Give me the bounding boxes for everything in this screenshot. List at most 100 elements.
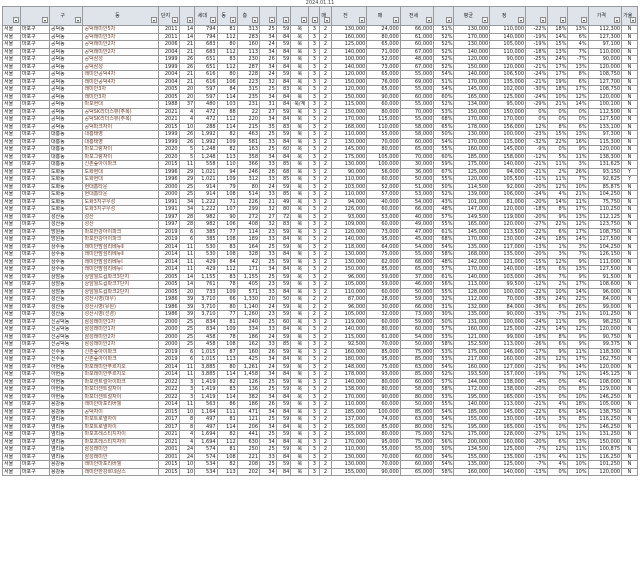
table-cell[interactable]: 84 bbox=[275, 92, 292, 101]
table-cell[interactable]: 마포한강아이파크 bbox=[82, 235, 160, 244]
table-cell[interactable]: 150,000 bbox=[330, 265, 368, 274]
table-cell[interactable]: 108 bbox=[216, 250, 238, 259]
table-cell[interactable]: 103 bbox=[216, 100, 238, 109]
table-cell[interactable]: 2 bbox=[319, 355, 332, 364]
table-cell[interactable]: 3 bbox=[308, 160, 321, 169]
table-cell[interactable]: 105,000 bbox=[330, 280, 368, 289]
table-cell[interactable]: 59 bbox=[275, 310, 292, 319]
table-cell[interactable]: 55,000 bbox=[399, 445, 435, 454]
table-cell[interactable]: 서울 bbox=[2, 340, 21, 349]
table-cell[interactable]: 223 bbox=[236, 77, 261, 86]
table-cell[interactable]: 0% bbox=[547, 422, 569, 431]
table-cell[interactable]: 19% bbox=[547, 77, 569, 86]
table-cell[interactable]: 마포구 bbox=[19, 77, 50, 86]
table-cell[interactable]: 50,000 bbox=[399, 340, 435, 349]
table-cell[interactable]: N bbox=[621, 340, 638, 349]
table-cell[interactable]: 101,250 bbox=[587, 460, 623, 469]
table-cell[interactable]: 3 bbox=[308, 70, 321, 79]
table-cell[interactable]: 2015 bbox=[158, 467, 180, 476]
table-cell[interactable]: 37,000 bbox=[399, 272, 435, 281]
table-cell[interactable]: 11% bbox=[567, 197, 589, 206]
table-cell[interactable]: 29 bbox=[178, 167, 196, 176]
table-cell[interactable]: 래미안3차 bbox=[82, 85, 160, 94]
table-cell[interactable]: 61,000 bbox=[399, 32, 435, 41]
table-cell[interactable]: N bbox=[621, 235, 638, 244]
table-cell[interactable]: 358 bbox=[236, 152, 261, 161]
table-cell[interactable]: -24% bbox=[525, 190, 549, 199]
table-cell[interactable]: N bbox=[621, 62, 638, 71]
table-cell[interactable]: 50% bbox=[433, 317, 455, 326]
table-cell[interactable]: 84 bbox=[275, 100, 292, 109]
table-cell[interactable]: 3 bbox=[308, 175, 321, 184]
table-cell[interactable]: 11 bbox=[178, 257, 196, 266]
table-cell[interactable]: 108,750 bbox=[587, 85, 623, 94]
table-cell[interactable]: 북 bbox=[290, 355, 310, 364]
table-cell[interactable]: 914 bbox=[194, 190, 218, 199]
table-cell[interactable]: -21% bbox=[525, 400, 549, 409]
table-cell[interactable]: N bbox=[621, 377, 638, 386]
table-cell[interactable]: 112 bbox=[216, 437, 238, 446]
table-cell[interactable]: N bbox=[621, 280, 638, 289]
table-cell[interactable]: 마포구 bbox=[19, 85, 50, 94]
table-cell[interactable]: 북 bbox=[290, 122, 310, 131]
table-cell[interactable]: 도화3지구우성 bbox=[82, 205, 160, 214]
table-cell[interactable]: 160,000 bbox=[453, 145, 491, 154]
table-cell[interactable]: 3 bbox=[308, 55, 321, 64]
table-cell[interactable]: 195,000 bbox=[453, 422, 491, 431]
table-cell[interactable]: 73,000 bbox=[366, 227, 401, 236]
table-cell[interactable]: 534 bbox=[194, 460, 218, 469]
table-cell[interactable]: 106,000 bbox=[489, 190, 527, 199]
table-cell[interactable]: 2% bbox=[547, 167, 569, 176]
table-cell[interactable]: 84 bbox=[275, 407, 292, 416]
table-cell[interactable]: 공덕자이 bbox=[82, 407, 160, 416]
table-cell[interactable]: 165,000 bbox=[453, 92, 491, 101]
table-cell[interactable]: 145,000 bbox=[489, 145, 527, 154]
table-cell[interactable]: -7% bbox=[525, 460, 549, 469]
table-cell[interactable]: 6% bbox=[567, 77, 589, 86]
table-cell[interactable]: 2001 bbox=[158, 445, 180, 454]
table-cell[interactable]: 6% bbox=[547, 302, 569, 311]
table-cell[interactable]: 48% bbox=[433, 257, 455, 266]
table-cell[interactable]: 2 bbox=[319, 160, 332, 169]
table-cell[interactable]: 110,250 bbox=[587, 205, 623, 214]
table-cell[interactable]: 109 bbox=[216, 325, 238, 334]
table-cell[interactable]: 100,875 bbox=[587, 445, 623, 454]
table-cell[interactable]: 서울 bbox=[2, 40, 21, 49]
table-cell[interactable]: 138,750 bbox=[587, 407, 623, 416]
table-cell[interactable]: 용강동 bbox=[48, 400, 84, 409]
table-cell[interactable]: 312 bbox=[236, 175, 261, 184]
table-cell[interactable]: 80 bbox=[216, 40, 238, 49]
table-cell[interactable]: 80,000 bbox=[399, 392, 435, 401]
table-cell[interactable]: N bbox=[621, 70, 638, 79]
table-cell[interactable]: 삼성래미안1차 bbox=[82, 317, 160, 326]
table-cell[interactable]: 11% bbox=[567, 152, 589, 161]
table-cell[interactable]: -24% bbox=[525, 235, 549, 244]
table-cell[interactable]: -29% bbox=[525, 100, 549, 109]
table-cell[interactable]: 11% bbox=[567, 347, 589, 356]
table-cell[interactable]: 36,000 bbox=[399, 167, 435, 176]
table-cell[interactable]: 2004 bbox=[158, 77, 180, 86]
table-cell[interactable]: 114,500 bbox=[453, 182, 491, 191]
table-cell[interactable]: 서울 bbox=[2, 437, 21, 446]
table-cell[interactable]: 3 bbox=[308, 460, 321, 469]
table-cell[interactable]: 33 bbox=[259, 175, 277, 184]
table-cell[interactable]: 6 bbox=[178, 355, 196, 364]
table-cell[interactable]: 서울 bbox=[2, 452, 21, 461]
table-cell[interactable]: 3% bbox=[547, 250, 569, 259]
table-cell[interactable]: 2 bbox=[319, 107, 332, 116]
table-cell[interactable]: 56% bbox=[433, 437, 455, 446]
table-cell[interactable]: 54% bbox=[433, 70, 455, 79]
table-cell[interactable]: 13% bbox=[547, 47, 569, 56]
filter-dropdown-icon[interactable] bbox=[252, 17, 259, 23]
table-cell[interactable]: 385 bbox=[194, 235, 218, 244]
column-header-22[interactable] bbox=[567, 6, 589, 26]
table-cell[interactable]: 서울 bbox=[2, 250, 21, 259]
table-cell[interactable]: 25 bbox=[259, 85, 277, 94]
table-cell[interactable]: 2 bbox=[319, 40, 332, 49]
table-cell[interactable]: 60,000 bbox=[399, 40, 435, 49]
table-cell[interactable]: 98,250 bbox=[587, 317, 623, 326]
table-cell[interactable]: 65,000 bbox=[366, 40, 401, 49]
table-cell[interactable]: 10 bbox=[178, 467, 196, 476]
table-cell[interactable]: 2 bbox=[308, 310, 321, 319]
table-cell[interactable]: 14% bbox=[567, 100, 589, 109]
